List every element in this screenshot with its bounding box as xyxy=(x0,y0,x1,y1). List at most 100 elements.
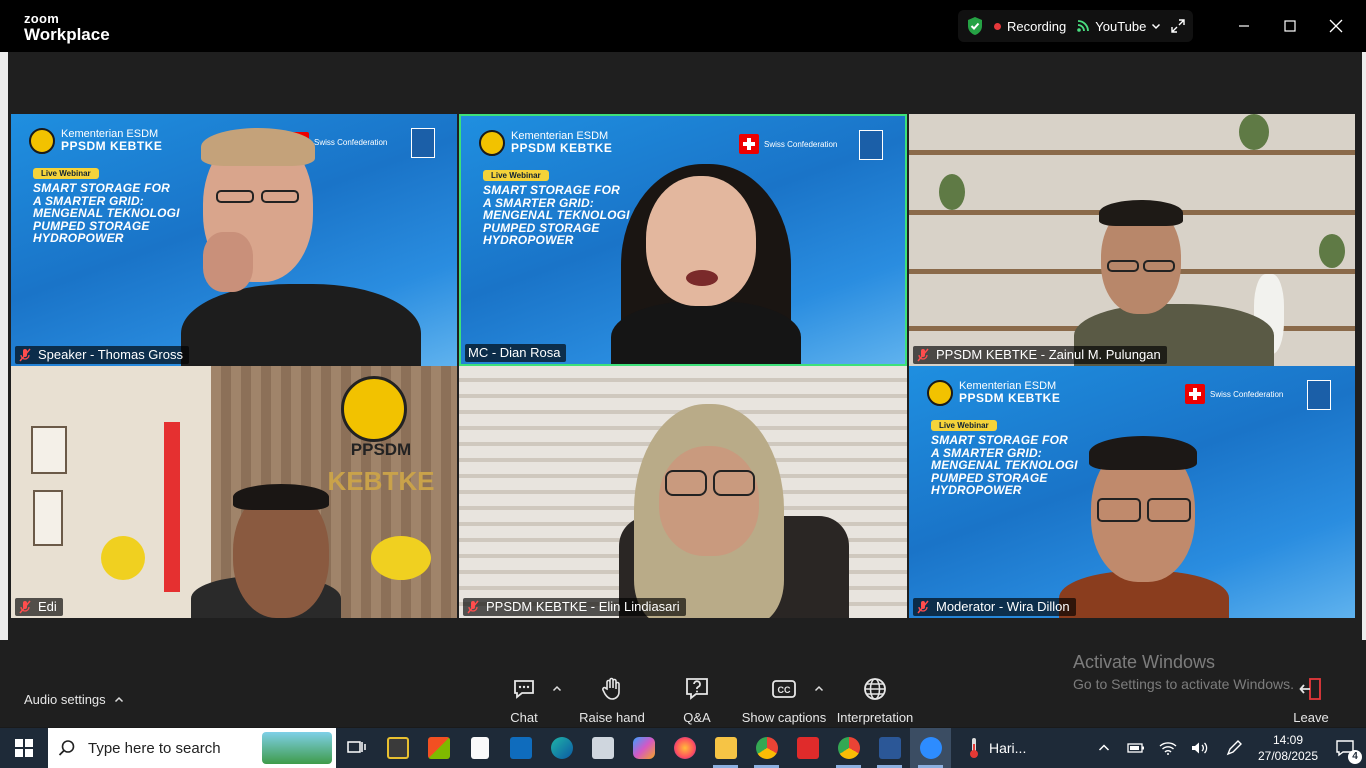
task-view-button[interactable] xyxy=(336,728,377,768)
muted-mic-icon xyxy=(467,600,479,614)
outlook-icon xyxy=(509,737,532,759)
video-tile-active-speaker[interactable]: Kementerian ESDM PPSDM KEBTKE Swiss Conf… xyxy=(459,114,907,366)
weather-widget[interactable]: Hari... xyxy=(967,737,1026,759)
thermometer-icon xyxy=(970,738,978,758)
wps-icon xyxy=(796,737,819,759)
flag xyxy=(164,422,180,592)
taskbar-app-file-explorer[interactable] xyxy=(705,728,746,768)
minimize-button[interactable] xyxy=(1221,0,1267,52)
headline-line: HYDROPOWER xyxy=(483,233,574,247)
pen-menu-button[interactable] xyxy=(1216,728,1252,768)
taskbar-app-wps[interactable] xyxy=(787,728,828,768)
hycom-logo-icon xyxy=(411,128,435,158)
esdm-emblem-icon xyxy=(29,128,55,154)
notification-center-button[interactable]: 4 xyxy=(1324,728,1366,768)
taskbar-app-word[interactable] xyxy=(869,728,910,768)
taskbar-app-chrome[interactable] xyxy=(746,728,787,768)
taskbar-app-document[interactable] xyxy=(459,728,500,768)
participant-name: Edi xyxy=(38,599,57,614)
live-badge: Live Webinar xyxy=(931,420,997,431)
taskbar-app-printer[interactable] xyxy=(582,728,623,768)
closed-captions-icon: CC xyxy=(772,680,796,698)
raise-hand-button[interactable]: Raise hand xyxy=(567,676,657,725)
participant-name: Moderator - Wira Dillon xyxy=(936,599,1070,614)
qa-button[interactable]: Q&A xyxy=(652,676,742,725)
weather-text: Hari... xyxy=(989,740,1027,756)
esdm-emblem-icon xyxy=(927,380,953,406)
swiss-branding: Swiss Confederation xyxy=(739,134,837,154)
tile-name-label: Edi xyxy=(15,598,63,616)
shelf xyxy=(909,150,1355,155)
glasses-left xyxy=(1107,260,1139,272)
taskbar-search-box[interactable]: Type here to search xyxy=(48,728,336,768)
livestream-dropdown[interactable]: YouTube xyxy=(1076,19,1161,34)
taskbar-app-zoom[interactable] xyxy=(910,728,951,768)
meeting-status-pill: Recording YouTube xyxy=(958,10,1194,42)
interpretation-label: Interpretation xyxy=(836,710,914,725)
minimize-icon xyxy=(1239,25,1249,27)
taskbar-app-outlook[interactable] xyxy=(500,728,541,768)
org-branding: Kementerian ESDM PPSDM KEBTKE xyxy=(479,130,612,156)
glasses-right xyxy=(261,190,299,203)
webinar-headline: SMART STORAGE FOR A SMARTER GRID: MENGEN… xyxy=(931,434,1091,497)
notification-count-badge: 4 xyxy=(1348,750,1362,764)
swiss-branding: Swiss Confederation xyxy=(1185,384,1283,404)
glasses-right xyxy=(1143,260,1175,272)
participant-hair xyxy=(1099,200,1183,226)
recording-indicator[interactable]: Recording xyxy=(994,19,1066,34)
org-branding: Kementerian ESDM PPSDM KEBTKE xyxy=(29,128,162,154)
wifi-button[interactable] xyxy=(1152,728,1184,768)
taskbar-app-edge[interactable] xyxy=(541,728,582,768)
livestream-icon xyxy=(1077,20,1090,32)
taskbar-app-firefox[interactable] xyxy=(664,728,705,768)
interpretation-button[interactable]: Interpretation xyxy=(830,676,920,725)
taskbar-app-store[interactable] xyxy=(418,728,459,768)
battery-button[interactable] xyxy=(1120,728,1152,768)
show-hidden-icons-button[interactable] xyxy=(1088,728,1120,768)
video-tile-speaker[interactable]: Kementerian ESDM PPSDM KEBTKE Swiss Conf… xyxy=(11,114,457,366)
chat-options-caret[interactable] xyxy=(552,684,562,697)
taskbar-clock[interactable]: 14:09 27/08/2025 xyxy=(1252,732,1324,764)
swiss-flag-icon xyxy=(1185,384,1205,404)
muted-mic-icon xyxy=(19,348,31,362)
taskbar-app-chrome-profile[interactable] xyxy=(828,728,869,768)
leave-label: Leave xyxy=(1293,710,1329,725)
tile-name-label: MC - Dian Rosa xyxy=(465,344,567,362)
participant-name: PPSDM KEBTKE - Elin Lindiasari xyxy=(486,599,680,614)
shelf-plant xyxy=(1239,114,1269,150)
shelf-plant xyxy=(1319,234,1345,268)
chevron-down-icon xyxy=(1152,23,1161,30)
volume-button[interactable] xyxy=(1184,728,1216,768)
close-button[interactable] xyxy=(1313,0,1359,52)
video-tile-participant[interactable]: PPSDM KEBTKE Edi xyxy=(11,366,457,618)
glasses-right xyxy=(713,470,755,496)
participant-mouth xyxy=(686,270,718,286)
hycom-logo-icon xyxy=(1307,380,1331,410)
folder-icon xyxy=(714,737,737,759)
taskbar-app-notes[interactable] xyxy=(377,728,418,768)
battery-icon xyxy=(1127,743,1144,753)
org-line2: PPSDM KEBTKE xyxy=(511,141,613,156)
captions-options-caret[interactable] xyxy=(814,684,824,697)
encryption-shield-icon[interactable] xyxy=(966,16,984,36)
headline-line: HYDROPOWER xyxy=(33,231,124,245)
leave-button[interactable]: Leave xyxy=(1266,676,1356,725)
start-button[interactable] xyxy=(0,728,48,768)
watermark-line2: Go to Settings to activate Windows. xyxy=(1073,676,1294,692)
chevron-up-icon xyxy=(814,685,824,692)
video-tile-participant[interactable]: Kementerian ESDM PPSDM KEBTKE Swiss Conf… xyxy=(909,366,1355,618)
org-branding: Kementerian ESDM PPSDM KEBTKE xyxy=(927,380,1060,406)
leave-door-icon xyxy=(1299,678,1321,700)
close-icon xyxy=(1329,19,1343,33)
video-tile-participant[interactable]: PPSDM KEBTKE - Elin Lindiasari xyxy=(459,366,907,618)
maximize-button[interactable] xyxy=(1267,0,1313,52)
muted-mic-icon xyxy=(917,348,929,362)
taskbar-app-copilot[interactable] xyxy=(623,728,664,768)
fullscreen-icon[interactable] xyxy=(1171,19,1186,33)
video-tile-participant[interactable]: PPSDM KEBTKE - Zainul M. Pulungan xyxy=(909,114,1355,366)
headline-line: SMART STORAGE FOR xyxy=(931,433,1068,447)
esdm-emblem-icon xyxy=(479,130,505,156)
headline-line: HYDROPOWER xyxy=(931,483,1022,497)
audio-settings-button[interactable]: Audio settings xyxy=(24,692,124,707)
svg-text:CC: CC xyxy=(778,685,791,695)
